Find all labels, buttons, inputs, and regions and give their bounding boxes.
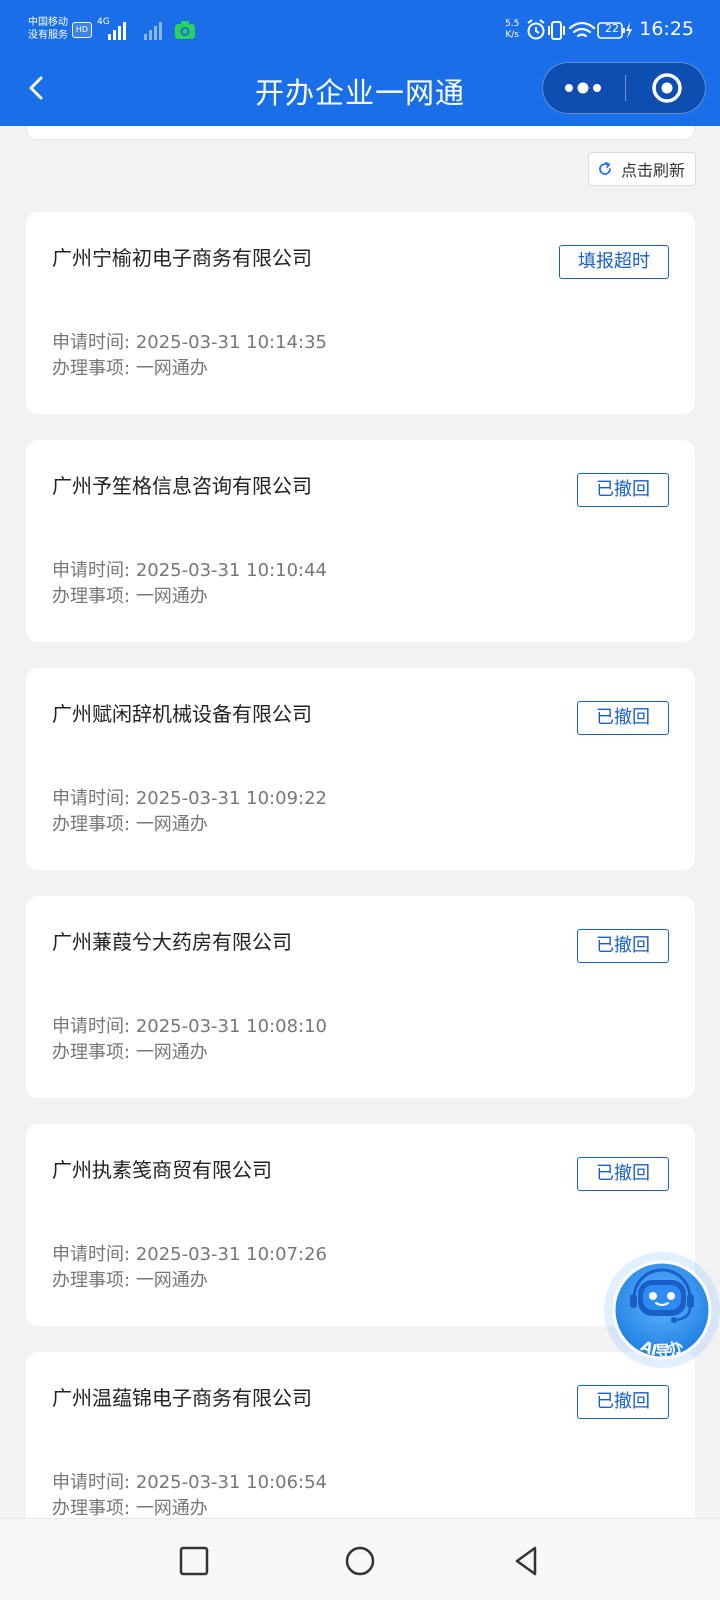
company-name: 广州执素笺商贸有限公司: [52, 1158, 272, 1182]
clock: 16:25: [639, 18, 694, 40]
apply-time-value: 2025-03-31 10:07:26: [135, 1244, 327, 1265]
service-item: 办理事项: 一网通办: [52, 1266, 208, 1292]
apply-time-label: 申请时间:: [52, 1244, 131, 1265]
application-card[interactable]: 广州予笙格信息咨询有限公司 已撤回 申请时间: 2025-03-31 10:10…: [26, 440, 695, 642]
company-name: 广州蒹葭兮大药房有限公司: [52, 930, 292, 954]
application-card[interactable]: 广州宁榆初电子商务有限公司 填报超时 申请时间: 2025-03-31 10:1…: [26, 212, 695, 414]
hd-badge: HD: [72, 22, 92, 38]
apply-time-value: 2025-03-31 10:06:54: [135, 1472, 327, 1493]
service-item-label: 办理事项:: [52, 586, 131, 607]
apply-time: 申请时间: 2025-03-31 10:08:10: [52, 1012, 327, 1038]
apply-time-label: 申请时间:: [52, 788, 131, 809]
wifi-icon: [568, 21, 596, 38]
system-back-button[interactable]: [504, 1539, 548, 1583]
apply-time-label: 申请时间:: [52, 332, 131, 353]
apply-time-value: 2025-03-31 10:10:44: [135, 560, 327, 581]
alarm-icon: [527, 19, 545, 40]
status-bar: 中国移动 没有服务 HD 4G 5.5 K/s 22 16:25: [0, 0, 720, 60]
service-item: 办理事项: 一网通办: [52, 1038, 208, 1064]
service-item-value: 一网通办: [135, 1498, 208, 1518]
service-item: 办理事项: 一网通办: [52, 1494, 208, 1518]
carrier-name: 中国移动: [28, 17, 68, 28]
apply-time-label: 申请时间:: [52, 1016, 131, 1037]
company-name: 广州温蕴锦电子商务有限公司: [52, 1386, 312, 1410]
ai-guide-button[interactable]: AI导办: [602, 1252, 720, 1370]
close-mini-program-button[interactable]: [626, 63, 706, 113]
service-item-value: 一网通办: [135, 814, 208, 835]
service-item-label: 办理事项:: [52, 1042, 131, 1063]
apply-time-value: 2025-03-31 10:09:22: [135, 788, 327, 809]
service-item: 办理事项: 一网通办: [52, 354, 208, 380]
service-item-value: 一网通办: [135, 358, 208, 379]
apply-time-label: 申请时间:: [52, 560, 131, 581]
charging-icon: [626, 22, 632, 39]
service-item-label: 办理事项:: [52, 358, 131, 379]
previous-card: [26, 126, 695, 140]
status-badge: 已撤回: [577, 701, 669, 735]
service-item: 办理事项: 一网通办: [52, 810, 208, 836]
signal-strength-icon: [108, 22, 126, 40]
nav-bar: 开办企业一网通: [0, 60, 720, 126]
apply-time-value: 2025-03-31 10:14:35: [135, 332, 327, 353]
apply-time-label: 申请时间:: [52, 1472, 131, 1493]
status-badge: 已撤回: [577, 1385, 669, 1419]
apply-time: 申请时间: 2025-03-31 10:06:54: [52, 1468, 327, 1494]
circle-icon: [345, 1546, 375, 1576]
speed-value: 5.5: [505, 19, 520, 29]
screen: 中国移动 没有服务 HD 4G 5.5 K/s 22 16:25 开办企业一网通…: [0, 0, 720, 1600]
service-item-label: 办理事项:: [52, 1270, 131, 1291]
application-card[interactable]: 广州执素笺商贸有限公司 已撤回 申请时间: 2025-03-31 10:07:2…: [26, 1124, 695, 1326]
company-name: 广州予笙格信息咨询有限公司: [52, 474, 312, 498]
square-icon: [179, 1546, 209, 1576]
signal-empty-icon: [144, 22, 162, 40]
service-item-label: 办理事项:: [52, 1498, 131, 1518]
more-dots-icon: [565, 82, 601, 94]
carrier-info: 中国移动 没有服务: [28, 16, 68, 42]
mini-program-capsule: [542, 62, 706, 114]
battery-level: 22: [605, 22, 619, 35]
header: 中国移动 没有服务 HD 4G 5.5 K/s 22 16:25 开办企业一网通: [0, 0, 720, 126]
camera-icon: [175, 21, 195, 39]
service-item-value: 一网通办: [135, 1042, 208, 1063]
more-button[interactable]: [543, 63, 625, 113]
target-circle-icon: [652, 73, 682, 103]
speed-unit: K/s: [505, 30, 519, 40]
vibrate-icon: [548, 21, 565, 40]
application-card[interactable]: 广州蒹葭兮大药房有限公司 已撤回 申请时间: 2025-03-31 10:08:…: [26, 896, 695, 1098]
application-card[interactable]: 广州温蕴锦电子商务有限公司 已撤回 申请时间: 2025-03-31 10:06…: [26, 1352, 695, 1518]
refresh-button[interactable]: 点击刷新: [587, 152, 696, 186]
apply-time: 申请时间: 2025-03-31 10:09:22: [52, 784, 327, 810]
refresh-icon: [599, 161, 611, 175]
service-item-label: 办理事项:: [52, 814, 131, 835]
service-status: 没有服务: [28, 30, 68, 41]
application-card[interactable]: 广州赋闲辞机械设备有限公司 已撤回 申请时间: 2025-03-31 10:09…: [26, 668, 695, 870]
apply-time-value: 2025-03-31 10:08:10: [135, 1016, 327, 1037]
recent-apps-button[interactable]: [172, 1539, 216, 1583]
company-name: 广州宁榆初电子商务有限公司: [52, 246, 312, 270]
status-badge: 已撤回: [577, 1157, 669, 1191]
system-nav-bar: [0, 1518, 720, 1600]
apply-time: 申请时间: 2025-03-31 10:07:26: [52, 1240, 327, 1266]
service-item-value: 一网通办: [135, 586, 208, 607]
service-item: 办理事项: 一网通办: [52, 582, 208, 608]
network-speed: 5.5 K/s: [505, 19, 519, 41]
company-name: 广州赋闲辞机械设备有限公司: [52, 702, 312, 726]
robot-headset-icon: AI导办: [604, 1252, 720, 1368]
refresh-label: 点击刷新: [620, 161, 685, 180]
service-item-value: 一网通办: [135, 1270, 208, 1291]
apply-time: 申请时间: 2025-03-31 10:14:35: [52, 328, 327, 354]
status-badge: 已撤回: [577, 473, 669, 507]
status-badge: 填报超时: [559, 245, 669, 279]
triangle-back-icon: [515, 1546, 537, 1576]
apply-time: 申请时间: 2025-03-31 10:10:44: [52, 556, 327, 582]
home-button[interactable]: [338, 1539, 382, 1583]
status-badge: 已撤回: [577, 929, 669, 963]
